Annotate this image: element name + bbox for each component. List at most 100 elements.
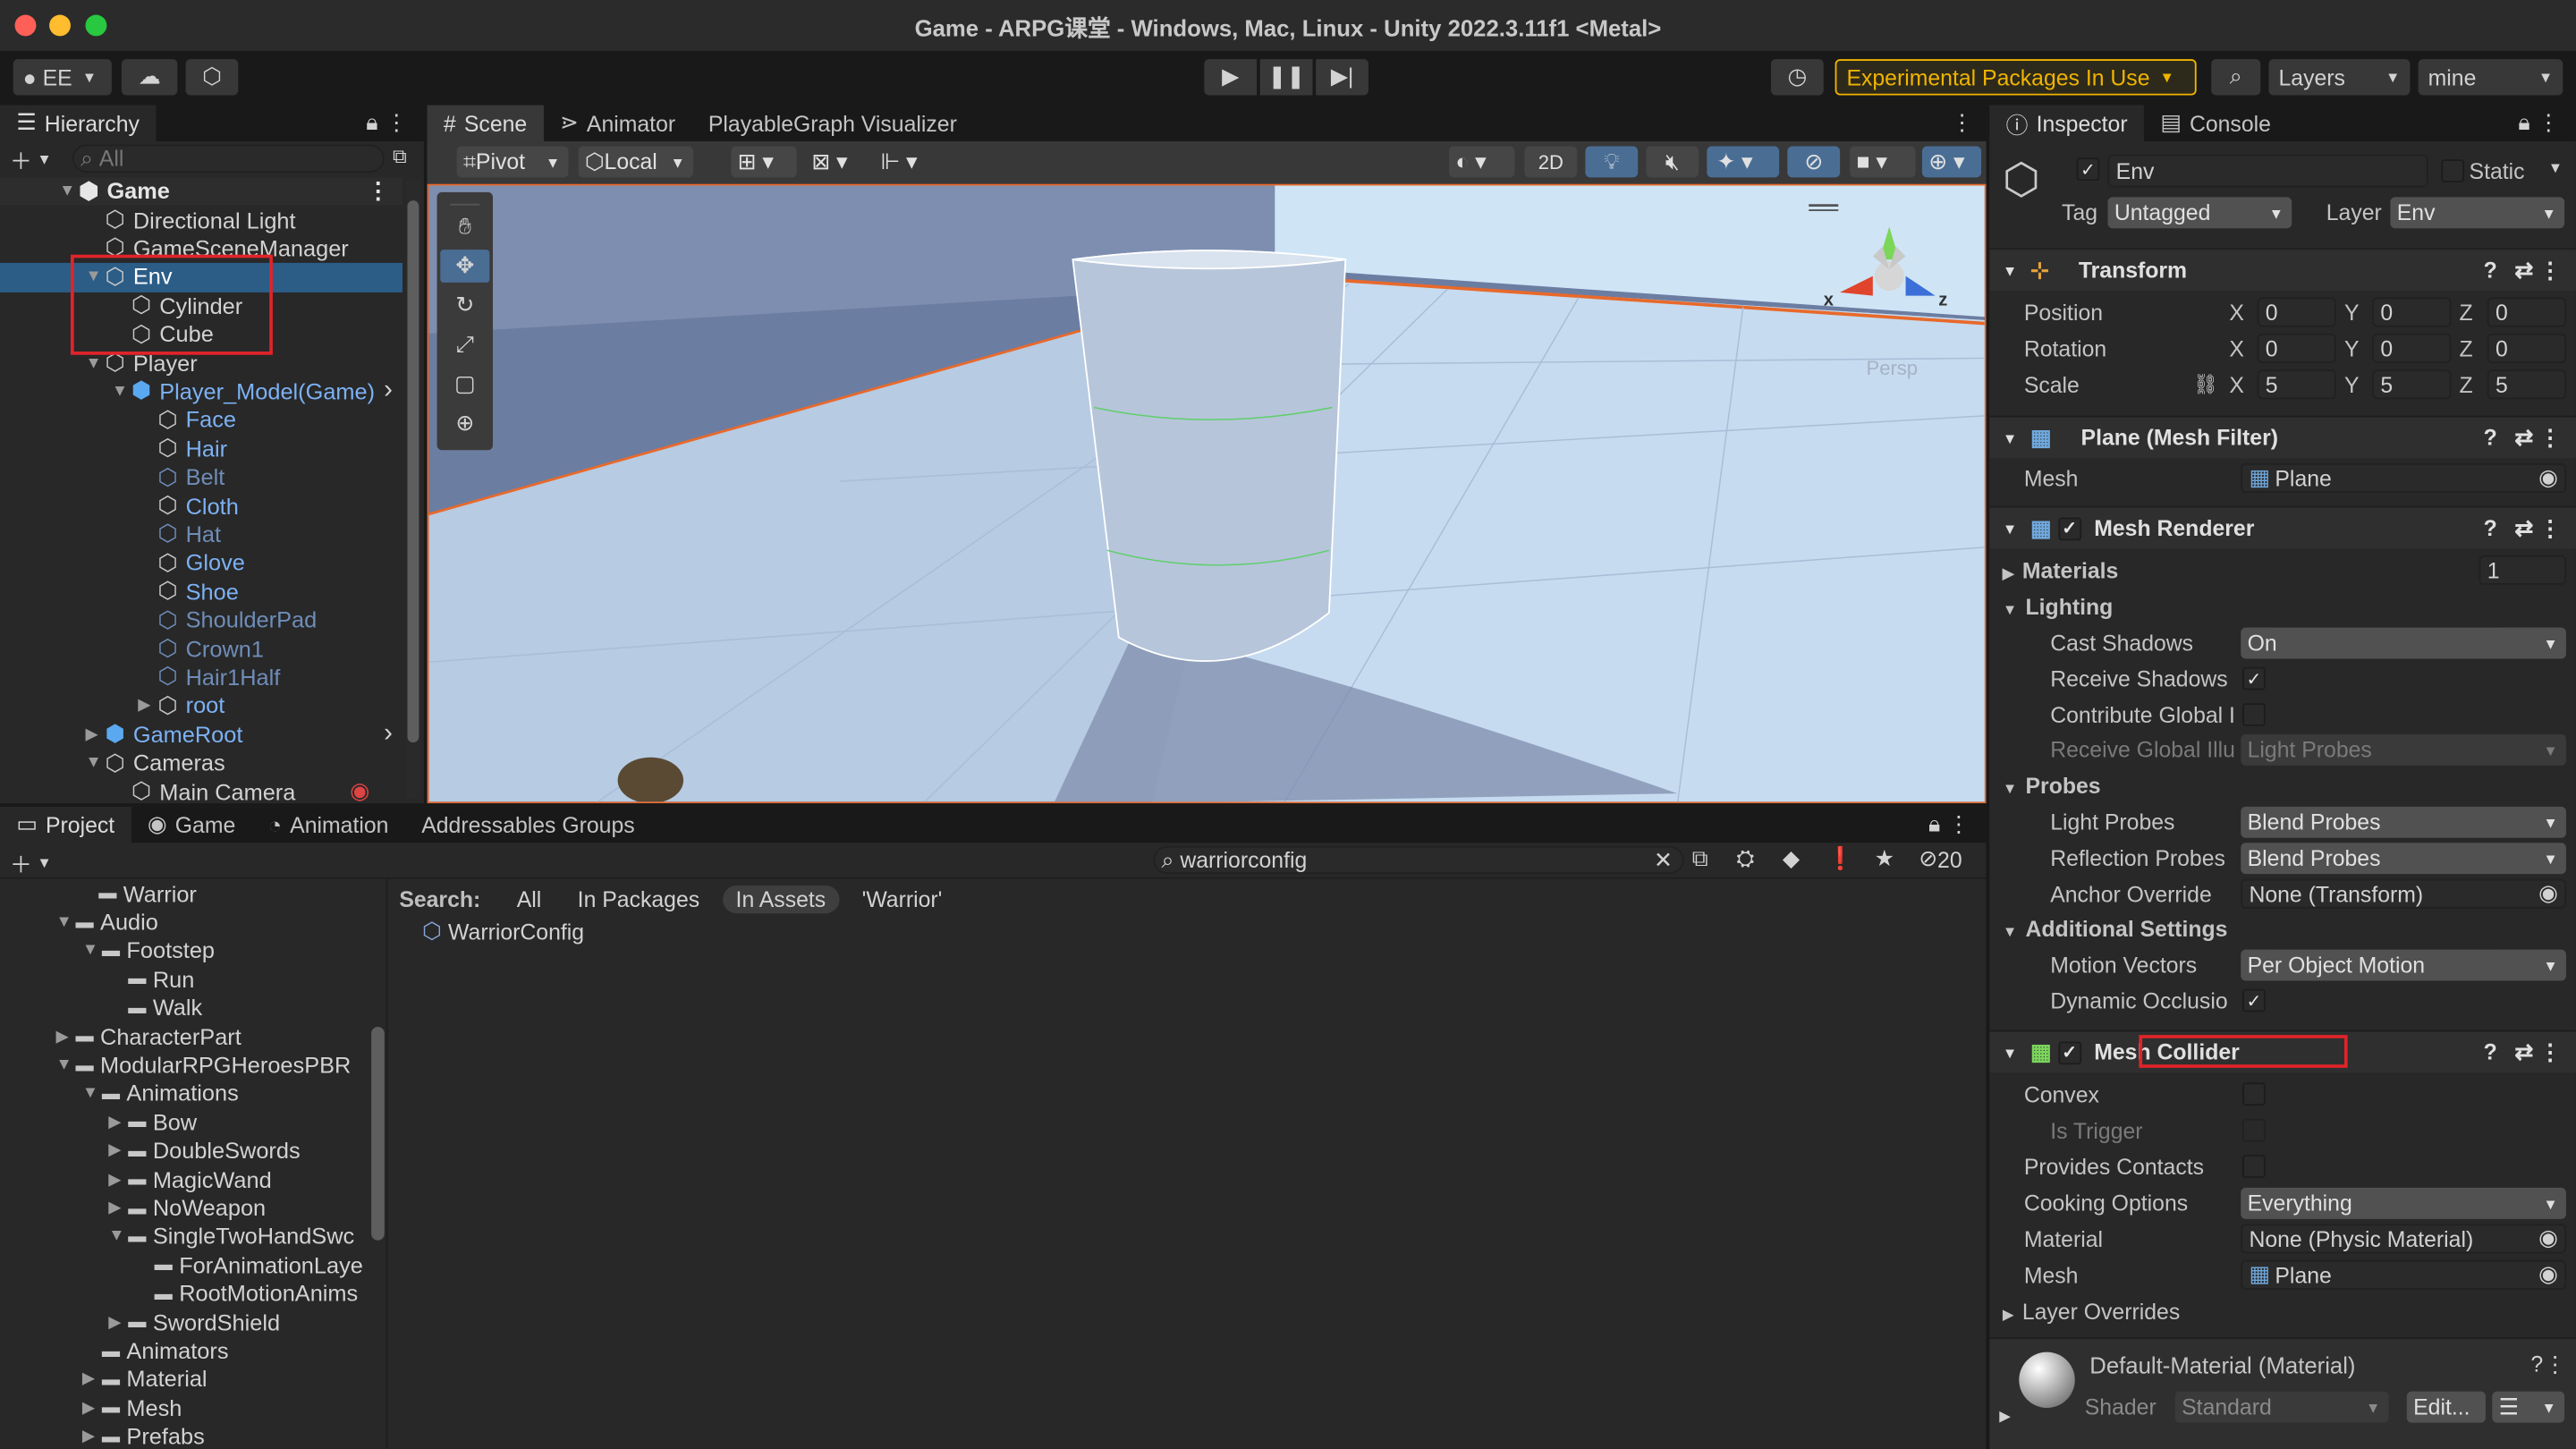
more-icon[interactable]: ⋮ — [386, 110, 408, 136]
tab-game[interactable]: ◉ Game — [131, 807, 252, 843]
help-icon[interactable]: ? — [2484, 516, 2497, 541]
expand-arrow-icon[interactable]: ▶ — [108, 1171, 128, 1189]
create-asset-button[interactable]: ＋ ▼ — [10, 846, 52, 879]
folder-item[interactable]: ▬ Animators — [0, 1337, 368, 1366]
expand-arrow-icon[interactable]: ▼ — [112, 383, 131, 401]
filter-in-assets[interactable]: In Assets — [722, 885, 839, 914]
folder-item[interactable]: ▶ ▬ NoWeapon — [0, 1194, 368, 1223]
anchor-override-field[interactable]: None (Transform) ◉ — [2241, 878, 2566, 909]
scale-z-field[interactable]: 5 — [2487, 369, 2566, 400]
hierarchy-item[interactable]: ▼ ⬡ Cameras — [0, 750, 402, 778]
move-tool-icon[interactable]: ✥ — [440, 250, 490, 283]
tab-scene[interactable]: # Scene — [427, 105, 544, 141]
lighting-toggle[interactable]: 💡︎ — [1585, 146, 1639, 178]
transform-tool-icon[interactable]: ⊕ — [440, 408, 489, 441]
expand-arrow-icon[interactable]: ▼ — [55, 913, 75, 931]
folder-item[interactable]: ▼ ▬ Animations — [0, 1080, 368, 1108]
mesh-field[interactable]: ▦ Plane ◉ — [2241, 462, 2566, 494]
rotation-z-field[interactable]: 0 — [2487, 333, 2566, 363]
folder-item[interactable]: ▼ ▬ Audio — [0, 908, 368, 936]
hierarchy-item[interactable]: ⬡ Cloth — [0, 492, 402, 521]
hidden-packages-toggle[interactable]: ⊘ 20 — [1919, 846, 1962, 872]
mesh-renderer-enabled-checkbox[interactable]: ✓ — [2057, 516, 2081, 540]
experimental-packages-button[interactable]: Experimental Packages In Use ▼ — [1835, 59, 2197, 96]
help-icon[interactable]: ? — [2530, 1352, 2543, 1377]
history-icon[interactable]: ◷ — [1770, 59, 1824, 96]
shading-mode-button[interactable]: ◐ ▾ — [1448, 146, 1515, 178]
expand-arrow-icon[interactable]: ▼ — [82, 1085, 102, 1103]
tag-dropdown[interactable]: Untagged ▼ — [2107, 197, 2292, 229]
expand-arrow-icon[interactable]: ▶ — [55, 1028, 75, 1046]
hierarchy-item[interactable]: ⬡ Belt — [0, 463, 402, 492]
folder-item[interactable]: ▶ ▬ Prefabs — [0, 1423, 368, 1449]
more-icon[interactable]: ⋮ — [2539, 515, 2562, 541]
receive-shadows-checkbox[interactable]: ✓ — [2242, 666, 2266, 691]
expand-arrow-icon[interactable]: ▶ — [108, 1199, 128, 1217]
clear-icon[interactable]: ✕ — [1654, 848, 1673, 873]
expand-arrow-icon[interactable]: ▼ — [86, 754, 106, 772]
increment-snap-button[interactable]: ⊠ ▾ — [804, 146, 865, 178]
cast-shadows-dropdown[interactable]: On ▼ — [2241, 627, 2566, 659]
scale-x-field[interactable]: 5 — [2257, 369, 2336, 400]
folder-scrollbar[interactable] — [371, 882, 385, 1449]
mesh-filter-header[interactable]: ▼ ▦ Plane (Mesh Filter) ? ⇄ ⋮ — [1989, 415, 2576, 459]
layer-overrides-foldout[interactable]: ▶ Layer Overrides — [2003, 1300, 2180, 1325]
audio-toggle[interactable]: 🔇︎ — [1646, 146, 1699, 178]
contribute-gi-checkbox[interactable] — [2242, 703, 2266, 726]
hierarchy-root-game[interactable]: ▼ ⬢ Game ⋮ — [0, 177, 402, 207]
light-probes-dropdown[interactable]: Blend Probes ▼ — [2241, 806, 2566, 838]
expand-arrow-icon[interactable]: ▶ — [108, 1114, 128, 1131]
help-icon[interactable]: ? — [2484, 426, 2497, 451]
local-dropdown[interactable]: ⬡ Local ▼ — [578, 146, 694, 178]
object-picker-icon[interactable]: ◉ — [2538, 465, 2558, 491]
camera-dropdown[interactable]: ■ ▾ — [1850, 146, 1916, 178]
lock-icon[interactable]: 🔒︎ — [1928, 811, 1940, 837]
lighting-foldout[interactable]: ▼ Lighting — [2003, 595, 2113, 620]
project-search-input[interactable]: ⌕ warriorconfig ✕ — [1153, 845, 1684, 875]
folder-item[interactable]: ▶ ▬ SwordShield — [0, 1309, 368, 1337]
chevron-right-icon[interactable]: › — [384, 720, 393, 750]
folder-item[interactable]: ▶ ▬ MagicWand — [0, 1165, 368, 1194]
hierarchy-item[interactable]: ⬡ Face — [0, 406, 402, 435]
step-button[interactable]: ▶| — [1316, 59, 1368, 96]
folder-item[interactable]: ▼ ▬ Footstep — [0, 936, 368, 965]
help-icon[interactable]: ? — [2484, 1040, 2497, 1065]
materials-count-field[interactable]: 1 — [2479, 555, 2566, 585]
more-icon[interactable]: ⋮ — [2539, 1039, 2562, 1065]
rect-tool-icon[interactable]: ▢ — [440, 368, 489, 401]
chevron-right-icon[interactable]: › — [384, 377, 393, 406]
hierarchy-item[interactable]: ▶ ⬡ root — [0, 692, 402, 721]
hierarchy-item[interactable]: ⬡ Hair — [0, 435, 402, 463]
label-icon[interactable]: ◆ — [1783, 846, 1800, 872]
presets-icon[interactable]: ⇄ — [2514, 425, 2533, 451]
play-button[interactable]: ▶ — [1204, 59, 1258, 96]
expand-arrow-icon[interactable]: ▶ — [108, 1314, 128, 1332]
hierarchy-search-input[interactable]: ⌕ All — [72, 144, 385, 173]
hidden-objects-toggle[interactable]: ⊘ — [1787, 146, 1841, 178]
gizmos-dropdown[interactable]: ⊕ ▾ — [1921, 146, 1982, 178]
pause-button[interactable]: ❚❚ — [1259, 59, 1313, 96]
more-icon[interactable]: ⋮ — [1951, 110, 1973, 136]
folder-item[interactable]: ▶ ▬ Bow — [0, 1108, 368, 1137]
hierarchy-item[interactable]: ⬡ Glove — [0, 549, 402, 578]
expand-arrow-icon[interactable]: ▼ — [86, 354, 106, 372]
favorite-icon[interactable]: ★ — [1875, 846, 1894, 872]
object-name-field[interactable]: Env — [2107, 154, 2428, 188]
folder-item[interactable]: ▬ Warrior — [0, 880, 368, 909]
expand-arrow-icon[interactable]: ▶ — [138, 697, 157, 715]
folder-item[interactable]: ▬ Walk — [0, 994, 368, 1022]
filter-warrior[interactable]: 'Warrior' — [849, 886, 955, 913]
scale-tool-icon[interactable]: ⤢ — [440, 328, 489, 361]
expand-arrow-icon[interactable]: ▼ — [82, 942, 102, 960]
expand-arrow-icon[interactable]: ▶ — [86, 725, 106, 743]
layer-dropdown[interactable]: Env ▼ — [2390, 197, 2565, 229]
tab-project[interactable]: ▭ Project — [0, 806, 131, 843]
hierarchy-item[interactable]: ⬡ Shoe — [0, 578, 402, 606]
expand-arrow-icon[interactable]: ▶ — [82, 1371, 102, 1389]
folder-item[interactable]: ▬ ForAnimationLaye — [0, 1251, 368, 1280]
scale-y-field[interactable]: 5 — [2372, 369, 2452, 400]
warning-icon[interactable]: ❗ — [1826, 846, 1854, 872]
expand-arrow-icon[interactable]: ▶ — [1999, 1408, 2011, 1426]
motion-vectors-dropdown[interactable]: Per Object Motion ▼ — [2241, 949, 2566, 981]
folder-item[interactable]: ▼ ▬ SingleTwoHandSwc — [0, 1223, 368, 1251]
